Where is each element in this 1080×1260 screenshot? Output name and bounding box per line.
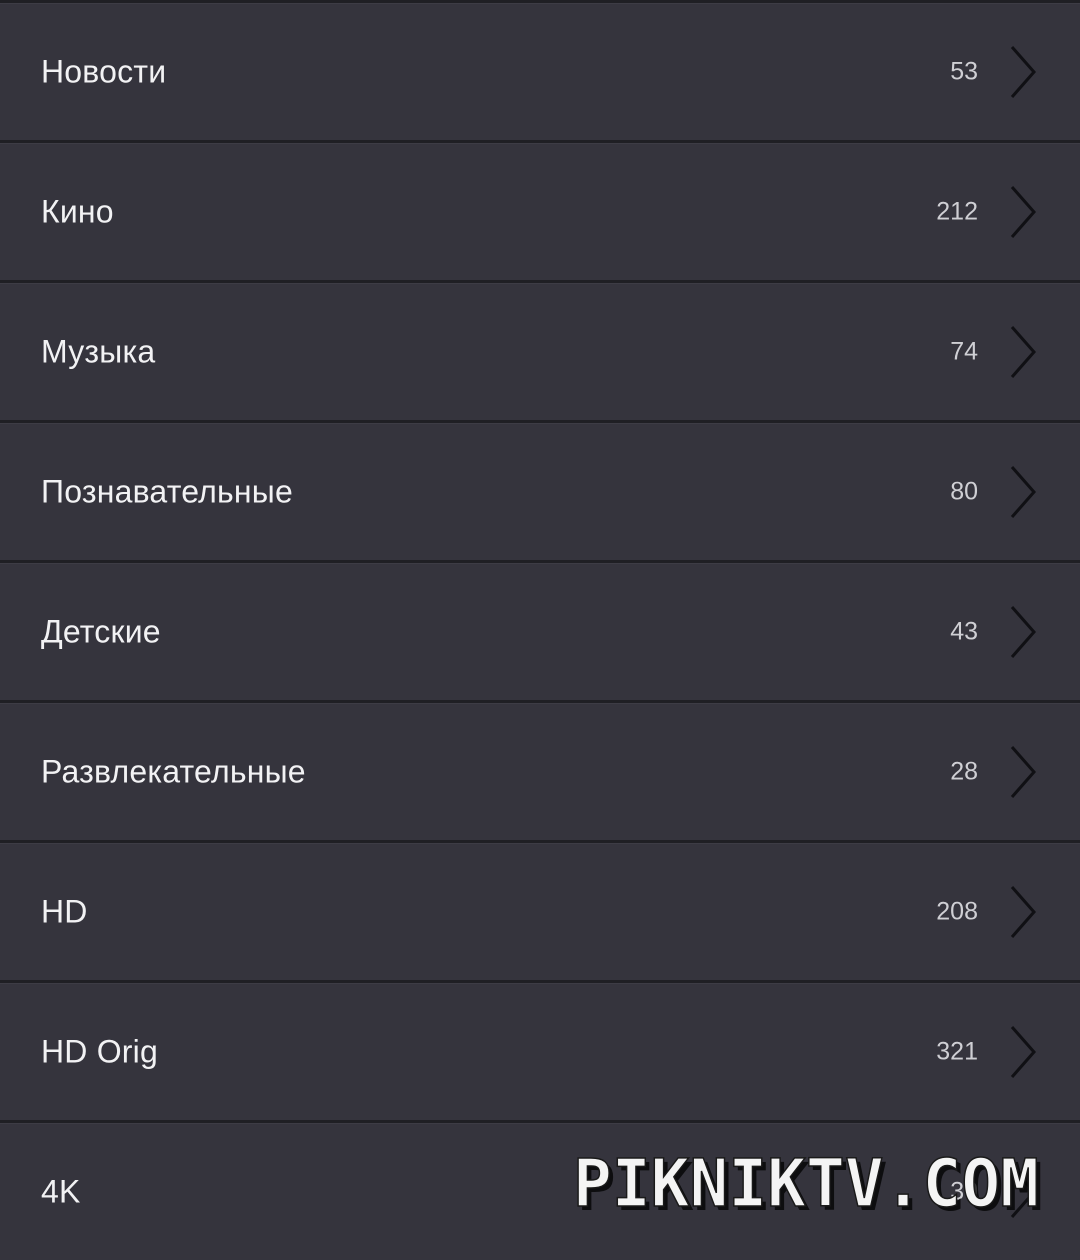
chevron-right-icon xyxy=(1010,46,1036,98)
category-count: 80 xyxy=(950,477,978,506)
category-list: Новости 53 Кино 212 Музыка 74 Познавател… xyxy=(0,0,1080,1260)
category-row-news[interactable]: Новости 53 xyxy=(0,3,1080,140)
chevron-right-icon xyxy=(1010,466,1036,518)
category-label: Познавательные xyxy=(41,473,293,510)
watermark-logo: PIKNIKTV.COM PIKNIKTV.COM xyxy=(572,1152,1043,1226)
chevron-right-icon xyxy=(1010,606,1036,658)
category-label: Новости xyxy=(41,53,167,90)
category-count: 208 xyxy=(936,897,978,926)
chevron-right-icon xyxy=(1010,326,1036,378)
category-row-kids[interactable]: Детские 43 xyxy=(0,563,1080,700)
category-label: 4K xyxy=(41,1173,81,1210)
category-label: Кино xyxy=(41,193,114,230)
category-label: Развлекательные xyxy=(41,753,306,790)
category-count: 321 xyxy=(936,1037,978,1066)
category-row-hd[interactable]: HD 208 xyxy=(0,843,1080,980)
chevron-right-icon xyxy=(1010,186,1036,238)
category-row-educational[interactable]: Познавательные 80 xyxy=(0,423,1080,560)
category-count: 43 xyxy=(950,617,978,646)
category-count: 74 xyxy=(950,337,978,366)
category-row-entertainment[interactable]: Развлекательные 28 xyxy=(0,703,1080,840)
chevron-right-icon xyxy=(1010,886,1036,938)
category-label: HD xyxy=(41,893,88,930)
category-row-movies[interactable]: Кино 212 xyxy=(0,143,1080,280)
chevron-right-icon xyxy=(1010,1026,1036,1078)
watermark-text: PIKNIKTV.COM xyxy=(573,1152,1039,1222)
category-row-music[interactable]: Музыка 74 xyxy=(0,283,1080,420)
category-row-hd-orig[interactable]: HD Orig 321 xyxy=(0,983,1080,1120)
category-label: HD Orig xyxy=(41,1033,158,1070)
category-count: 53 xyxy=(950,57,978,86)
category-label: Музыка xyxy=(41,333,156,370)
category-count: 28 xyxy=(950,757,978,786)
category-label: Детские xyxy=(41,613,161,650)
chevron-right-icon xyxy=(1010,746,1036,798)
category-count: 212 xyxy=(936,197,978,226)
